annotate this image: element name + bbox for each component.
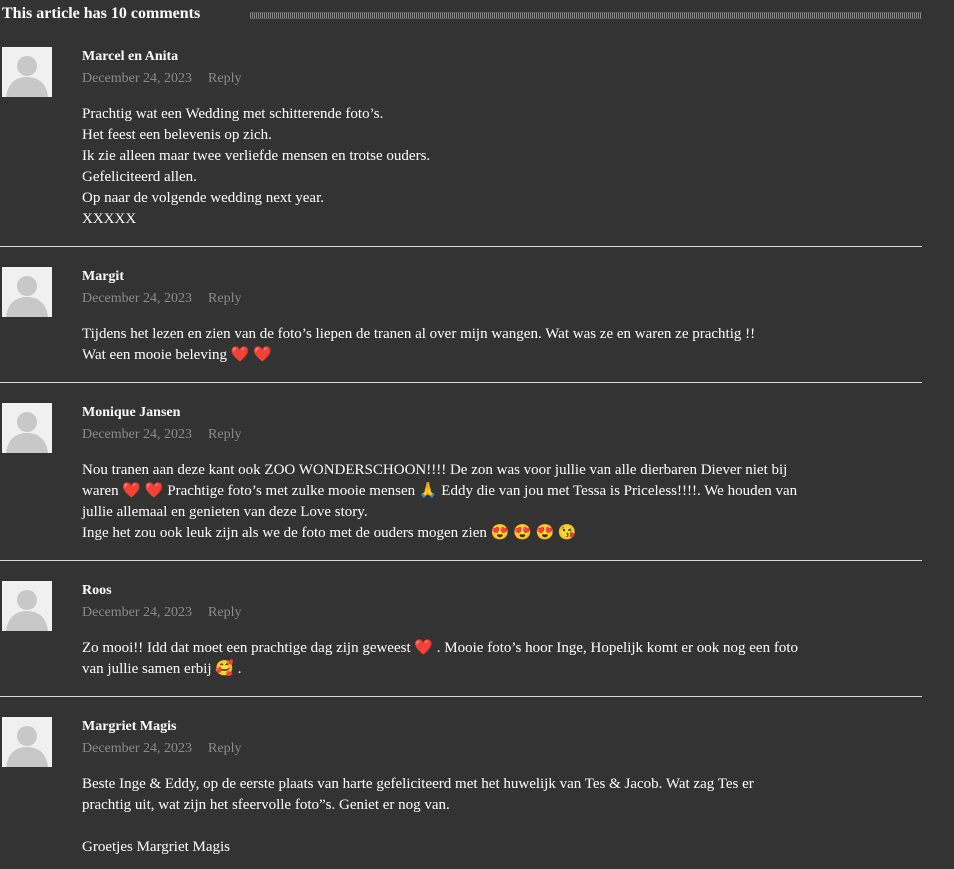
default-avatar-icon [2,47,52,97]
comment-author: Roos [82,583,112,598]
header-divider [250,12,922,19]
comment-date-link[interactable]: December 24, 2023 [82,605,192,620]
comment-author: Margit [82,269,124,284]
comment-body: Nou tranen aan deze kant ook ZOO WONDERS… [82,460,912,544]
comment-text-line: Zo mooi!! Idd dat moet een prachtige dag… [82,640,798,656]
reply-link[interactable]: Reply [208,71,241,86]
comment-text-line: Gefeliciteerd allen. [82,169,197,185]
default-avatar-icon [2,717,52,767]
comment-meta: December 24, 2023 Reply [82,71,241,87]
comment-meta: December 24, 2023 Reply [82,427,241,443]
comment-text-line: van jullie samen erbij 🥰 . [82,661,242,677]
comment: Marcel en Anita December 24, 2023 Reply P… [0,47,922,247]
comment-text-line: Wat een mooie beleving ❤️ ❤️ [82,347,272,363]
comment-meta: December 24, 2023 Reply [82,605,241,621]
comment-body: Prachtig wat een Wedding met schitterend… [82,104,912,230]
comment-body: Beste Inge & Eddy, op de eerste plaats v… [82,774,912,858]
comment-author: Monique Jansen [82,405,181,420]
comment-text-line: prachtig uit, wat zijn het sfeervolle fo… [82,797,450,813]
comment: Roos December 24, 2023 Reply Zo mooi!! Id… [0,581,922,697]
comments-header: This article has 10 comments [0,0,954,30]
reply-link[interactable]: Reply [208,291,241,306]
avatar [2,403,52,453]
avatar [2,581,52,631]
reply-link[interactable]: Reply [208,605,241,620]
comment-text-line: Tijdens het lezen en zien van de foto’s … [82,326,756,342]
comment-date-link[interactable]: December 24, 2023 [82,291,192,306]
comment-meta: December 24, 2023 Reply [82,741,241,757]
comment-text-line [82,816,912,837]
default-avatar-icon [2,581,52,631]
reply-link[interactable]: Reply [208,741,241,756]
comment-text-line: Nou tranen aan deze kant ook ZOO WONDERS… [82,462,788,478]
comments-count-title: This article has 10 comments [2,5,201,22]
comment-text-line: XXXXX [82,211,137,227]
comment-text-line: jullie allemaal en genieten van deze Lov… [82,504,368,520]
comment: Monique Jansen December 24, 2023 Reply No… [0,403,922,561]
comment-text-line: Op naar de volgende wedding next year. [82,190,324,206]
comment-text-line: Beste Inge & Eddy, op de eerste plaats v… [82,776,754,792]
comment-text-line: Prachtig wat een Wedding met schitterend… [82,106,384,122]
default-avatar-icon [2,267,52,317]
comment-author: Margriet Magis [82,719,177,734]
comment-meta: December 24, 2023 Reply [82,291,241,307]
comment-date-link[interactable]: December 24, 2023 [82,71,192,86]
comment-author: Marcel en Anita [82,49,179,64]
comment-date-link[interactable]: December 24, 2023 [82,741,192,756]
comment: Margit December 24, 2023 Reply Tijdens he… [0,267,922,383]
comment-text-line: Ik zie alleen maar twee verliefde mensen… [82,148,431,164]
comment: Margriet Magis December 24, 2023 Reply Be… [0,717,922,867]
avatar [2,717,52,767]
comment-text-line: Inge het zou ook leuk zijn als we de fot… [82,525,577,541]
comment-text-line: waren ❤️ ❤️ Prachtige foto’s met zulke m… [82,483,798,499]
reply-link[interactable]: Reply [208,427,241,442]
comment-body: Zo mooi!! Idd dat moet een prachtige dag… [82,638,912,680]
avatar [2,267,52,317]
comment-date-link[interactable]: December 24, 2023 [82,427,192,442]
default-avatar-icon [2,403,52,453]
comment-body: Tijdens het lezen en zien van de foto’s … [82,324,912,366]
avatar [2,47,52,97]
comment-text-line: Groetjes Margriet Magis [82,839,231,855]
comment-text-line: Het feest een belevenis op zich. [82,127,272,143]
